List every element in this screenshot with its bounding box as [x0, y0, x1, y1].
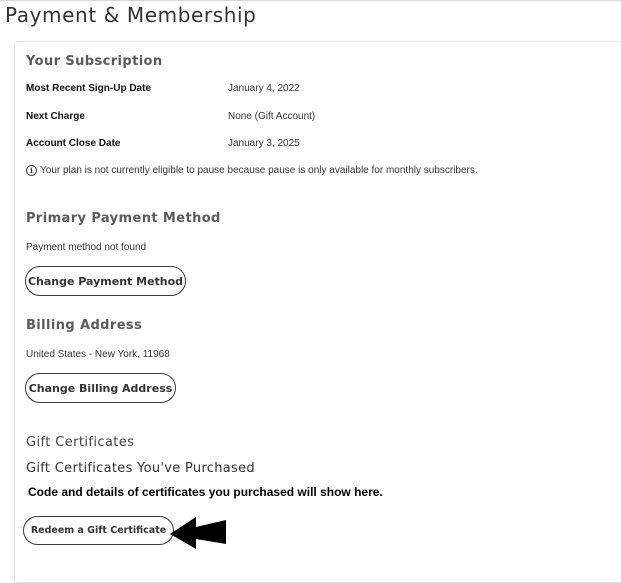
sign-up-date-value: January 4, 2022: [228, 83, 300, 94]
purchased-certificates-heading: Gift Certificates You've Purchased: [26, 461, 255, 476]
gift-certificates-heading: Gift Certificates: [26, 435, 135, 450]
account-close-date-value: January 3, 2025: [228, 138, 300, 149]
payment-heading: Primary Payment Method: [26, 211, 221, 226]
billing-address-text: United States - New York, 11968: [26, 349, 170, 360]
redeem-gift-certificate-button[interactable]: Redeem a Gift Certificate: [23, 516, 174, 545]
sign-up-date-label: Most Recent Sign-Up Date: [26, 83, 152, 94]
next-charge-label: Next Charge: [26, 111, 85, 122]
subscription-heading: Your Subscription: [26, 54, 163, 69]
certificates-empty-note: Code and details of certificates you pur…: [28, 485, 383, 499]
change-payment-method-button[interactable]: Change Payment Method: [25, 266, 186, 296]
left-arrow-annotation-icon: [170, 517, 226, 549]
top-divider: [0, 0, 621, 1]
info-circle-icon: i: [26, 165, 37, 176]
billing-heading: Billing Address: [26, 318, 143, 333]
subscription-card: [14, 41, 621, 583]
next-charge-value: None (Gift Account): [228, 111, 316, 122]
page-title: Payment & Membership: [5, 3, 257, 27]
payment-status: Payment method not found: [26, 242, 147, 253]
change-billing-address-button[interactable]: Change Billing Address: [25, 373, 176, 403]
pause-eligibility-note: i Your plan is not currently eligible to…: [26, 165, 478, 176]
pause-note-text: Your plan is not currently eligible to p…: [40, 165, 478, 176]
account-close-date-label: Account Close Date: [26, 138, 121, 149]
